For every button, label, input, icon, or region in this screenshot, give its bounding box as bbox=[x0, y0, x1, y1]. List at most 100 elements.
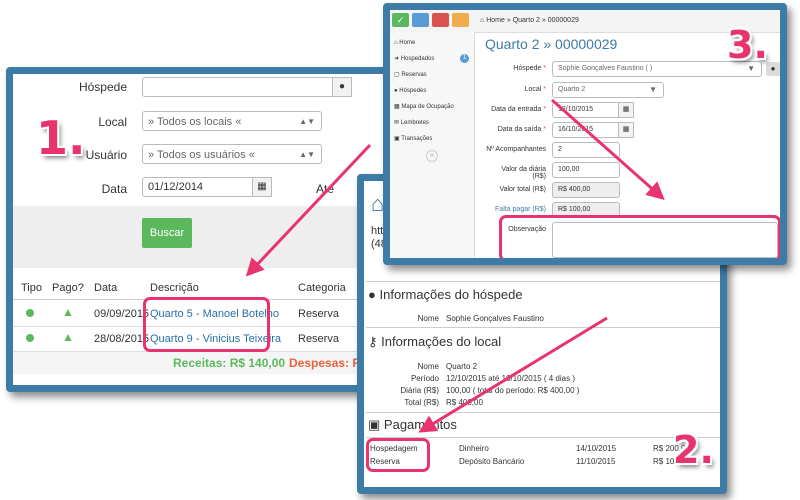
user-icon: ● bbox=[368, 287, 376, 302]
form-label-checkout: Data da saída * bbox=[497, 126, 546, 133]
form-label-companions: Nº Acompanhantes bbox=[486, 146, 546, 153]
user-select-value: » Todos os usuários « bbox=[148, 149, 255, 161]
calendar-icon[interactable] bbox=[432, 13, 449, 27]
form-label-guest: Hóspede * bbox=[513, 65, 546, 72]
form-label-daily-rate: Valor da diária (R$) bbox=[501, 166, 546, 180]
user-select[interactable]: » Todos os usuários « ▲▼ bbox=[142, 144, 322, 164]
sidebar-item-label: Hospedados bbox=[400, 56, 435, 62]
col-descricao[interactable]: Descrição bbox=[150, 282, 199, 294]
sidebar: ⌂ Home ➜ Hospedados 1 ▢ Reservas ● Hósped… bbox=[390, 32, 475, 258]
users-icon: ● bbox=[394, 88, 398, 94]
local-row-label: Diária (R$) bbox=[400, 386, 439, 395]
totals-row: Receitas: R$ 140,00 Despesas: R$ 0, bbox=[13, 352, 383, 374]
home-icon: ⌂ bbox=[480, 17, 485, 24]
search-button[interactable]: Buscar bbox=[142, 218, 192, 248]
sidebar-item-label: Lembretes bbox=[400, 120, 430, 126]
breadcrumb-current: Quarto 2 » 00000029 bbox=[512, 17, 579, 24]
calendar-icon[interactable]: ▦ bbox=[618, 102, 634, 118]
highlight-box bbox=[143, 297, 270, 352]
calendar-icon[interactable]: ▦ bbox=[252, 177, 272, 197]
type-dot-icon bbox=[26, 309, 34, 317]
sidebar-item-reservas[interactable]: ▢ Reservas bbox=[394, 68, 474, 82]
toolbar: ✓ bbox=[390, 10, 474, 32]
highlight-box bbox=[366, 438, 430, 472]
money-icon: ▣ bbox=[394, 136, 400, 142]
local-row-value: R$ 400,00 bbox=[446, 398, 483, 407]
key-icon: ⚷ bbox=[368, 334, 378, 349]
form-label-checkin: Data da entrada * bbox=[491, 106, 546, 113]
reservation-icon: ▢ bbox=[394, 72, 400, 78]
local-row-label: Total (R$) bbox=[404, 398, 439, 407]
payment-method: Depósito Bancário bbox=[459, 457, 525, 466]
sidebar-item-home[interactable]: ⌂ Home bbox=[394, 36, 474, 50]
thumbs-up-icon: ▲ bbox=[62, 305, 74, 319]
thumbs-up-icon: ▲ bbox=[62, 330, 74, 344]
callout-number-two: 2. bbox=[673, 428, 714, 472]
local-row-value: 12/10/2015 até 16/10/2015 ( 4 dias ) bbox=[446, 374, 575, 383]
signin-icon: ➜ bbox=[394, 56, 400, 62]
user-icon[interactable]: ● bbox=[332, 77, 352, 97]
sidebar-item-lembretes[interactable]: ✉ Lembretes bbox=[394, 116, 474, 130]
sidebar-item-hospedes[interactable]: ● Hóspedes bbox=[394, 84, 474, 98]
map-icon: ▦ bbox=[394, 104, 400, 110]
type-dot-icon bbox=[26, 334, 34, 342]
reminder-icon: ✉ bbox=[394, 120, 400, 126]
search-bar-area bbox=[13, 206, 383, 268]
guest-section-heading: ● Informações do hóspede bbox=[368, 287, 523, 302]
check-icon[interactable]: ✓ bbox=[392, 13, 409, 27]
local-select-value: » Todos os locais « bbox=[148, 116, 242, 128]
checkin-input[interactable]: 12/10/2015 ▦ bbox=[552, 102, 634, 118]
sidebar-item-label: Hóspedes bbox=[399, 88, 427, 94]
breadcrumb-separator: » bbox=[506, 17, 511, 24]
row-category: Reserva bbox=[298, 308, 339, 320]
highlight-box bbox=[499, 215, 780, 258]
col-tipo[interactable]: Tipo bbox=[21, 282, 42, 294]
local-section-heading: ⚷ Informações do local bbox=[368, 334, 501, 350]
date-from-input[interactable]: 01/12/2014 ▦ bbox=[142, 177, 272, 197]
divider bbox=[366, 281, 720, 282]
sidebar-item-mapa[interactable]: ▦ Mapa de Ocupação bbox=[394, 100, 474, 114]
row-date: 28/08/2015 bbox=[94, 333, 150, 345]
add-guest-icon[interactable]: ● bbox=[766, 62, 780, 76]
col-categoria[interactable]: Categoria bbox=[298, 282, 346, 294]
divider bbox=[366, 327, 720, 328]
breadcrumb-home[interactable]: Home bbox=[486, 17, 505, 24]
local-row-label: Nome bbox=[417, 362, 439, 371]
sidebar-item-label: Transações bbox=[401, 136, 433, 142]
notification-badge: 1 bbox=[460, 54, 469, 63]
calendar-icon[interactable]: ▦ bbox=[618, 122, 634, 138]
companions-input[interactable]: 2 bbox=[552, 142, 620, 158]
collapse-sidebar-icon[interactable]: « bbox=[426, 150, 438, 162]
payments-section-title: Pagamentos bbox=[383, 417, 457, 432]
divider bbox=[366, 412, 720, 413]
callout-number-one: 1. bbox=[36, 111, 86, 165]
checkout-input[interactable]: 16/10/2015 ▦ bbox=[552, 122, 634, 138]
guest-input[interactable]: ● bbox=[142, 77, 352, 97]
local-select[interactable]: Quarto 2 ▼ bbox=[552, 82, 664, 98]
payments-section-heading: ▣ Pagamentos bbox=[368, 417, 457, 433]
callout-number-three: 3. bbox=[727, 23, 768, 67]
daily-rate-input[interactable]: 100,00 bbox=[552, 162, 620, 178]
local-section-title: Informações do local bbox=[381, 334, 502, 349]
col-pago[interactable]: Pago? bbox=[52, 282, 84, 294]
sidebar-item-hospedados[interactable]: ➜ Hospedados 1 bbox=[394, 52, 474, 66]
until-label: Até bbox=[316, 182, 335, 196]
guest-label: Hóspede bbox=[78, 80, 127, 94]
sidebar-item-label: Mapa de Ocupação bbox=[401, 104, 454, 110]
sidebar-item-transacoes[interactable]: ▣ Transações bbox=[394, 132, 474, 146]
local-row-value: Quarto 2 bbox=[446, 362, 478, 371]
income-total: Receitas: R$ 140,00 bbox=[173, 356, 286, 370]
col-data[interactable]: Data bbox=[94, 282, 117, 294]
local-select[interactable]: » Todos os locais « ▲▼ bbox=[142, 111, 322, 131]
calendar-icon[interactable] bbox=[412, 13, 429, 27]
guest-name-value: Sophie Gonçalves Faustino bbox=[446, 314, 544, 323]
chevron-down-icon: ▼ bbox=[649, 85, 657, 94]
local-row-label: Período bbox=[410, 374, 439, 383]
payment-date: 14/10/2015 bbox=[576, 444, 617, 453]
sidebar-item-label: Home bbox=[399, 40, 416, 46]
home-icon: ⌂ bbox=[394, 40, 398, 46]
date-from-value: 01/12/2014 bbox=[148, 181, 204, 193]
chevron-down-icon: ▲▼ bbox=[299, 117, 315, 126]
page-title: Quarto 2 » 00000029 bbox=[485, 36, 618, 52]
message-icon[interactable] bbox=[452, 13, 469, 27]
